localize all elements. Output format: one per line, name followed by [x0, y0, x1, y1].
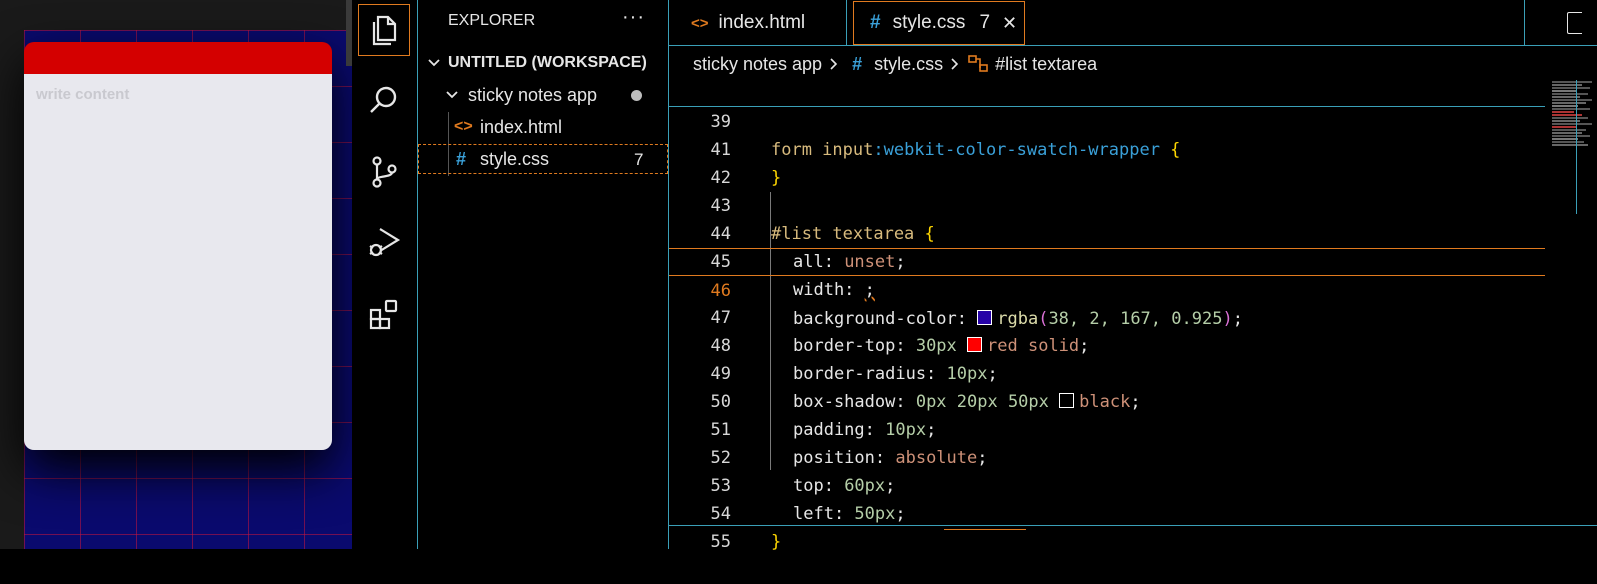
activity-bar [352, 0, 418, 549]
chevron-down-icon [446, 91, 458, 99]
code-line: 42 [669, 136, 1545, 188]
editor-tabs: <> index.html # style.css 7 ✕ [669, 0, 1597, 46]
note-placeholder: write content [36, 86, 130, 103]
file-style-css[interactable]: # style.css 7 [418, 144, 668, 174]
file-label: style.css [480, 148, 550, 169]
code-line: 51 position: absolute; [669, 388, 1545, 468]
code-line: 55 [669, 500, 1545, 552]
panel-border [669, 525, 1597, 526]
folder-label: sticky notes app [468, 84, 598, 105]
code-line: 39 form input:webkit-color-swatch-wrappe… [669, 80, 1545, 160]
code-line: 49 box-shadow: 0px 20px 50px black; [669, 332, 1545, 412]
preview-pane: write content [0, 0, 352, 549]
tab-label: style.css [892, 12, 966, 33]
tab-divider [1524, 0, 1525, 46]
file-index-html[interactable]: <> index.html [418, 112, 668, 142]
modified-dot-icon [631, 90, 642, 101]
tab-problems-badge: 7 [979, 12, 991, 33]
code-line: 47 border-top: 30px red solid; [669, 276, 1545, 356]
close-icon[interactable]: ✕ [1002, 13, 1017, 34]
explorer-icon[interactable] [358, 4, 410, 56]
code-line-current: 46 background-color: rgba(38, 2, 167, 0.… [669, 248, 1545, 329]
tab-label: index.html [718, 12, 806, 33]
extensions-icon[interactable] [358, 288, 410, 340]
explorer-title: EXPLORER [448, 12, 536, 29]
css-file-icon: # [456, 148, 467, 169]
breadcrumb: sticky notes app # style.css #list texta… [693, 50, 1097, 78]
tab-index-html[interactable]: <> index.html [669, 0, 847, 46]
search-icon[interactable] [358, 74, 410, 126]
run-debug-icon[interactable] [358, 216, 410, 268]
editor-scrollbar[interactable] [1576, 80, 1597, 214]
breadcrumb-file[interactable]: style.css [874, 54, 943, 75]
code-line: 41 } [669, 108, 1545, 188]
chevron-right-icon [830, 58, 838, 70]
code-line: 53 left: 50px; [669, 444, 1545, 524]
panel-tab[interactable] [944, 529, 1026, 550]
html-file-icon: <> [454, 118, 473, 135]
code-line: 50 padding: 10px; [669, 360, 1545, 440]
symbol-class-icon [968, 55, 988, 72]
css-file-icon: # [870, 12, 881, 33]
html-file-icon: <> [691, 14, 709, 32]
css-file-icon: # [852, 53, 863, 74]
breadcrumb-symbol[interactable]: #list textarea [995, 54, 1097, 75]
problems-badge: 7 [634, 150, 644, 169]
workspace-label: UNTITLED (WORKSPACE) [448, 54, 647, 71]
line-number: 55 [710, 532, 731, 552]
breadcrumb-folder[interactable]: sticky notes app [693, 54, 822, 75]
sticky-note-textarea[interactable]: write content [24, 42, 332, 450]
explorer-more-icon[interactable]: ··· [622, 6, 645, 29]
code-line: 48 border-radius: 10px; [669, 304, 1545, 384]
source-control-icon[interactable] [358, 146, 410, 198]
chevron-right-icon [951, 58, 959, 70]
code-line: 45 width: ; [669, 220, 1545, 300]
file-label: index.html [480, 116, 563, 137]
tab-style-css[interactable]: # style.css 7 ✕ [853, 1, 1025, 45]
code-line: 43 #list textarea { [669, 164, 1545, 244]
workspace-root[interactable]: UNTITLED (WORKSPACE) [418, 48, 668, 78]
brace: } [771, 532, 782, 552]
chevron-down-icon [428, 59, 440, 67]
code-line: 54 } [669, 472, 1545, 552]
code-line: 52 top: 60px; [669, 416, 1545, 496]
code-line: 44 all: unset; [669, 192, 1545, 272]
explorer-sidebar: EXPLORER ··· UNTITLED (WORKSPACE) sticky… [418, 0, 669, 549]
split-editor-icon[interactable] [1567, 12, 1582, 34]
code-editor[interactable]: 39 form input:webkit-color-swatch-wrappe… [669, 80, 1597, 552]
